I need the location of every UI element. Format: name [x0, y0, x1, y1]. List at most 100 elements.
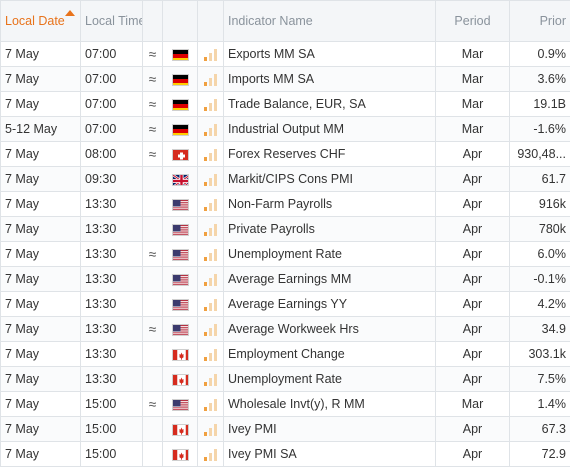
country-flag-icon [172, 224, 189, 236]
column-header-importance[interactable] [198, 1, 224, 42]
row-time: 07:00 [81, 42, 143, 67]
importance-bars-icon [204, 149, 217, 161]
row-indicator-name[interactable]: Average Earnings YY [224, 292, 436, 317]
table-row[interactable]: 7 May13:30Average Earnings MMApr-0.1% [1, 267, 570, 292]
country-flag-icon [172, 74, 189, 86]
volatility-icon [143, 442, 163, 467]
row-period: Apr [436, 417, 510, 442]
row-period: Apr [436, 217, 510, 242]
volatility-icon: ≈ [143, 117, 163, 142]
row-time: 13:30 [81, 292, 143, 317]
row-indicator-name[interactable]: Trade Balance, EUR, SA [224, 92, 436, 117]
row-date: 7 May [1, 317, 81, 342]
sort-ascending-icon [65, 10, 75, 16]
country-flag-cell [163, 167, 198, 192]
table-row[interactable]: 7 May15:00≈Wholesale Invt(y), R MMMar1.4… [1, 392, 570, 417]
row-date: 7 May [1, 392, 81, 417]
row-date: 7 May [1, 217, 81, 242]
row-indicator-name[interactable]: Markit/CIPS Cons PMI [224, 167, 436, 192]
volatility-icon [143, 342, 163, 367]
table-row[interactable]: 5-12 May07:00≈Industrial Output MMMar-1.… [1, 117, 570, 142]
row-prior: -0.1% [510, 267, 570, 292]
importance-cell [198, 67, 224, 92]
table-row[interactable]: 7 May07:00≈Imports MM SAMar3.6% [1, 67, 570, 92]
column-header-local-date[interactable]: Local Date [1, 1, 81, 42]
row-indicator-name[interactable]: Average Workweek Hrs [224, 317, 436, 342]
column-header-country[interactable] [163, 1, 198, 42]
row-prior: 61.7 [510, 167, 570, 192]
table-row[interactable]: 7 May08:00≈Forex Reserves CHFApr930,48..… [1, 142, 570, 167]
country-flag-cell [163, 417, 198, 442]
importance-cell [198, 417, 224, 442]
row-prior: 7.5% [510, 367, 570, 392]
volatility-icon: ≈ [143, 92, 163, 117]
column-header-period[interactable]: Period [436, 1, 510, 42]
row-indicator-name[interactable]: Unemployment Rate [224, 242, 436, 267]
importance-cell [198, 92, 224, 117]
row-indicator-name[interactable]: Private Payrolls [224, 217, 436, 242]
country-flag-icon [172, 199, 189, 211]
country-flag-icon [172, 374, 189, 386]
importance-cell [198, 167, 224, 192]
row-indicator-name[interactable]: Exports MM SA [224, 42, 436, 67]
column-header-indicator[interactable]: Indicator Name [224, 1, 436, 42]
row-indicator-name[interactable]: Employment Change [224, 342, 436, 367]
row-indicator-name[interactable]: Ivey PMI [224, 417, 436, 442]
row-date: 7 May [1, 417, 81, 442]
row-date: 7 May [1, 167, 81, 192]
column-header-local-time[interactable]: Local Time [81, 1, 143, 42]
table-row[interactable]: 7 May07:00≈Exports MM SAMar0.9% [1, 42, 570, 67]
column-header-prior[interactable]: Prior [510, 1, 570, 42]
row-prior: 3.6% [510, 67, 570, 92]
table-body: 7 May07:00≈Exports MM SAMar0.9%7 May07:0… [1, 42, 570, 467]
volatility-icon: ≈ [143, 42, 163, 67]
row-indicator-name[interactable]: Non-Farm Payrolls [224, 192, 436, 217]
row-indicator-name[interactable]: Wholesale Invt(y), R MM [224, 392, 436, 417]
row-prior: 34.9 [510, 317, 570, 342]
country-flag-icon [172, 149, 189, 161]
row-period: Apr [436, 242, 510, 267]
row-date: 7 May [1, 142, 81, 167]
row-indicator-name[interactable]: Imports MM SA [224, 67, 436, 92]
row-prior: 4.2% [510, 292, 570, 317]
country-flag-icon [172, 324, 189, 336]
importance-cell [198, 192, 224, 217]
country-flag-icon [172, 99, 189, 111]
table-row[interactable]: 7 May15:00Ivey PMIApr67.3 [1, 417, 570, 442]
volatility-icon [143, 192, 163, 217]
country-flag-cell [163, 442, 198, 467]
country-flag-cell [163, 367, 198, 392]
importance-cell [198, 392, 224, 417]
table-row[interactable]: 7 May09:30Markit/CIPS Cons PMIApr61.7 [1, 167, 570, 192]
table-row[interactable]: 7 May13:30Private PayrollsApr780k [1, 217, 570, 242]
table-row[interactable]: 7 May13:30Employment ChangeApr303.1k [1, 342, 570, 367]
header-date-label: Local Date [5, 13, 57, 29]
table-row[interactable]: 7 May13:30≈Unemployment RateApr6.0% [1, 242, 570, 267]
row-indicator-name[interactable]: Industrial Output MM [224, 117, 436, 142]
row-indicator-name[interactable]: Average Earnings MM [224, 267, 436, 292]
country-flag-cell [163, 242, 198, 267]
volatility-icon [143, 217, 163, 242]
table-row[interactable]: 7 May15:00Ivey PMI SAApr72.9 [1, 442, 570, 467]
row-prior: 930,48... [510, 142, 570, 167]
row-time: 08:00 [81, 142, 143, 167]
row-prior: -1.6% [510, 117, 570, 142]
importance-bars-icon [204, 199, 217, 211]
table-row[interactable]: 7 May13:30Unemployment RateApr7.5% [1, 367, 570, 392]
row-period: Apr [436, 267, 510, 292]
row-indicator-name[interactable]: Ivey PMI SA [224, 442, 436, 467]
table-row[interactable]: 7 May13:30≈Average Workweek HrsApr34.9 [1, 317, 570, 342]
row-indicator-name[interactable]: Forex Reserves CHF [224, 142, 436, 167]
row-indicator-name[interactable]: Unemployment Rate [224, 367, 436, 392]
volatility-icon [143, 367, 163, 392]
column-header-volatility[interactable] [143, 1, 163, 42]
importance-cell [198, 242, 224, 267]
table-row[interactable]: 7 May07:00≈Trade Balance, EUR, SAMar19.1… [1, 92, 570, 117]
row-date: 7 May [1, 442, 81, 467]
country-flag-icon [172, 49, 189, 61]
row-time: 13:30 [81, 217, 143, 242]
table-row[interactable]: 7 May13:30Non-Farm PayrollsApr916k [1, 192, 570, 217]
table-row[interactable]: 7 May13:30Average Earnings YYApr4.2% [1, 292, 570, 317]
country-flag-icon [172, 174, 189, 186]
country-flag-icon [172, 124, 189, 136]
